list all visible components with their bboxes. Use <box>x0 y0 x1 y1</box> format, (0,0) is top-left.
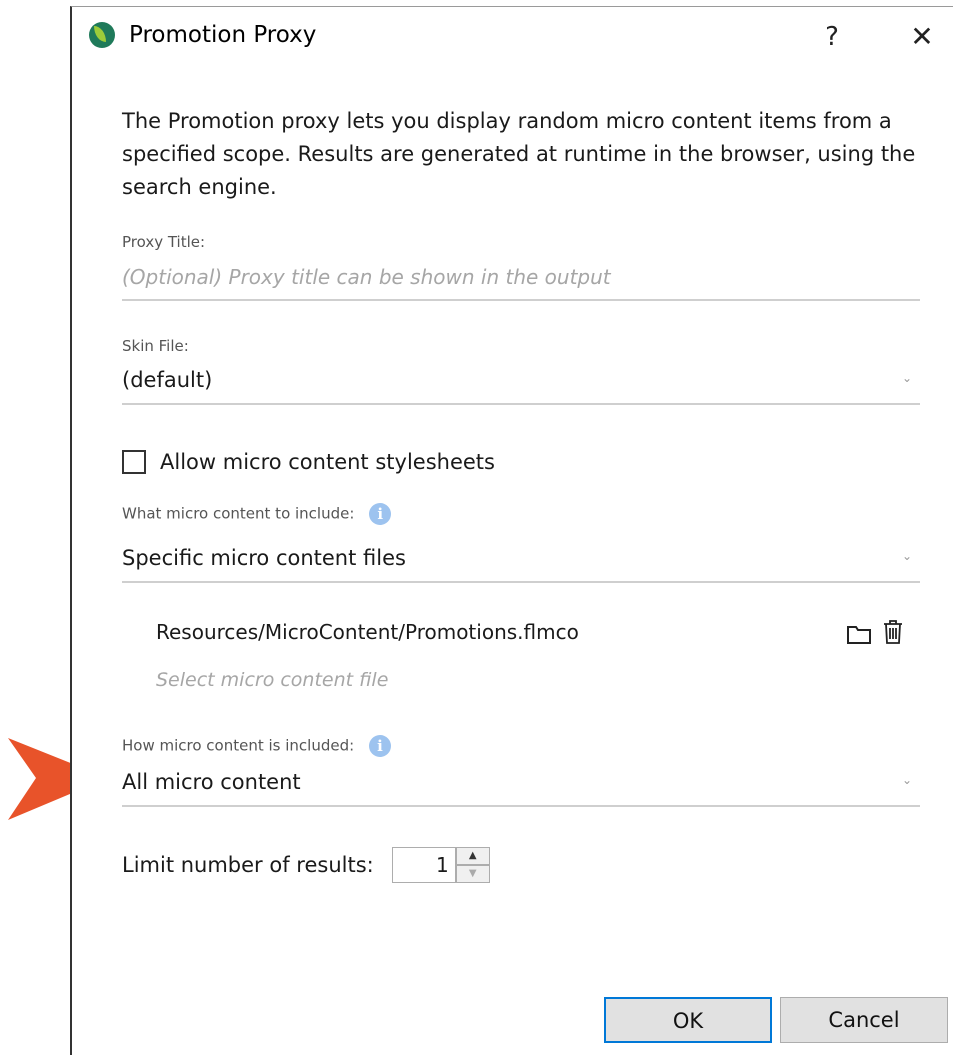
cancel-button[interactable]: Cancel <box>780 997 948 1043</box>
proxy-title-placeholder: (Optional) Proxy title can be shown in t… <box>122 265 611 289</box>
description-text: The Promotion proxy lets you display ran… <box>122 109 916 199</box>
help-button[interactable]: ? <box>812 17 852 57</box>
chevron-down-icon: ⌄ <box>902 773 913 787</box>
allow-stylesheets-label[interactable]: Allow micro content stylesheets <box>160 450 495 474</box>
skin-file-value: (default) <box>122 368 213 392</box>
limit-stepper: 1 ▲ ▼ <box>391 847 490 883</box>
what-to-include-label-row: What micro content to include: i <box>122 503 392 525</box>
skin-file-label: Skin File: <box>122 337 189 355</box>
limit-row: Limit number of results: 1 ▲ ▼ <box>122 847 490 883</box>
title-bar: Promotion Proxy ? ✕ <box>72 7 953 63</box>
allow-stylesheets-row: Allow micro content stylesheets <box>122 450 495 474</box>
file-path: Resources/MicroContent/Promotions.flmco <box>156 620 579 644</box>
spin-down-button[interactable]: ▼ <box>455 865 490 883</box>
chevron-down-icon: ⌄ <box>902 549 913 563</box>
promotion-proxy-dialog: Promotion Proxy ? ✕ The Promotion proxy … <box>70 6 953 1055</box>
chevron-down-icon: ⌄ <box>902 371 913 385</box>
proxy-title-label: Proxy Title: <box>122 233 206 251</box>
allow-stylesheets-checkbox[interactable] <box>122 450 146 474</box>
trash-icon[interactable] <box>882 619 904 645</box>
file-list-item: Resources/MicroContent/Promotions.flmco <box>156 615 920 651</box>
what-to-include-value: Specific micro content files <box>122 546 406 570</box>
close-button[interactable]: ✕ <box>902 17 942 57</box>
info-icon[interactable]: i <box>368 735 391 757</box>
how-included-label-row: How micro content is included: i <box>122 735 391 757</box>
limit-label: Limit number of results: <box>122 853 374 877</box>
window-title: Promotion Proxy <box>129 22 317 48</box>
limit-input[interactable]: 1 <box>391 847 456 883</box>
ok-button[interactable]: OK <box>604 997 772 1043</box>
folder-icon[interactable] <box>846 623 872 645</box>
app-logo-icon <box>89 22 115 48</box>
dialog-content: The Promotion proxy lets you display ran… <box>122 105 920 883</box>
select-file-placeholder[interactable]: Select micro content file <box>156 669 388 691</box>
skin-file-select[interactable]: (default) ⌄ <box>122 361 920 405</box>
how-included-select[interactable]: All micro content ⌄ <box>122 763 920 807</box>
info-icon[interactable]: i <box>369 503 392 525</box>
what-to-include-select[interactable]: Specific micro content files ⌄ <box>122 539 920 583</box>
what-to-include-label: What micro content to include: <box>122 504 355 523</box>
proxy-title-input[interactable]: (Optional) Proxy title can be shown in t… <box>122 257 920 301</box>
how-included-label: How micro content is included: <box>122 736 355 755</box>
spin-up-button[interactable]: ▲ <box>455 847 490 865</box>
how-included-value: All micro content <box>122 770 301 794</box>
